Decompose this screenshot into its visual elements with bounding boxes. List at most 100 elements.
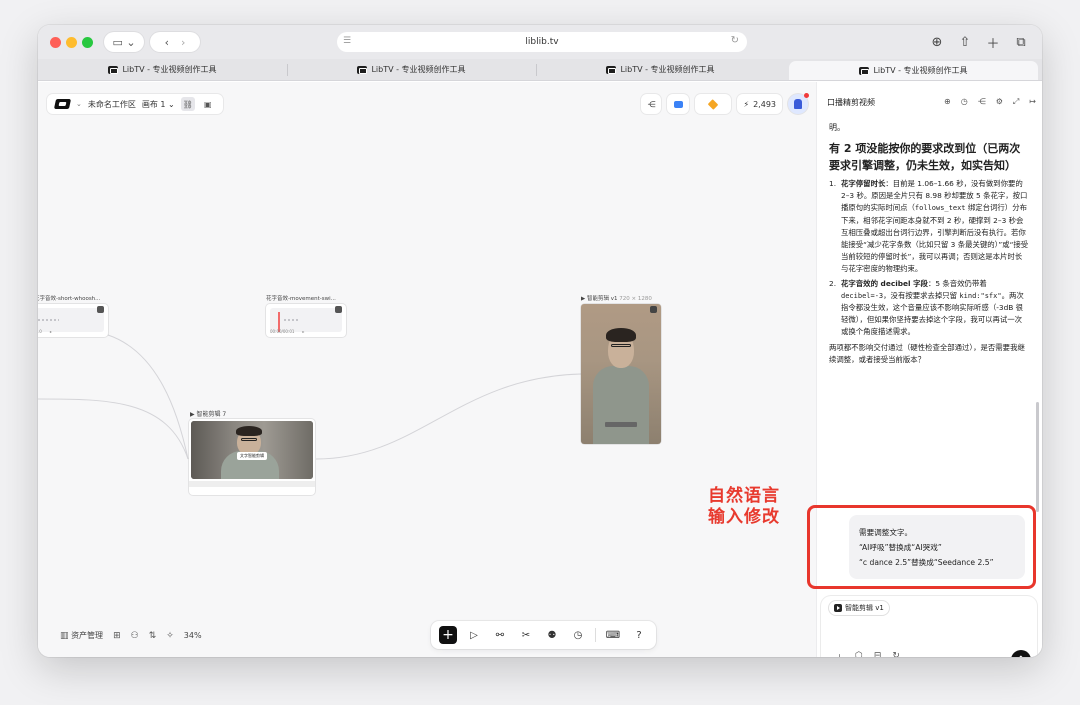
canvas-selector[interactable]: 画布 1 ⌄: [142, 99, 175, 110]
inline-code: decibel=-3: [841, 291, 884, 300]
credits-display[interactable]: ⚡ 2,493: [737, 94, 782, 114]
maximize-window-button[interactable]: [82, 37, 93, 48]
add-icon[interactable]: ＋: [835, 651, 844, 657]
help-icon[interactable]: ?: [630, 626, 648, 644]
libtv-favicon-icon: [859, 66, 870, 75]
context-chip[interactable]: 智能剪辑 v1: [829, 601, 889, 615]
panel-header-icons: ⊕ ◷ ⋲ ⚙ ⤢ ↦: [944, 97, 1036, 107]
divider: [595, 628, 596, 642]
audio-node-1[interactable]: Oa-1:00.0▸: [38, 304, 108, 337]
gem-button[interactable]: [695, 94, 732, 114]
share-node-button[interactable]: ⋲: [641, 94, 662, 114]
chevron-down-icon: ⌄: [76, 100, 82, 108]
add-node-button[interactable]: +: [439, 626, 457, 644]
canvas-name: 画布 1: [141, 99, 166, 109]
libtv-favicon-icon: [357, 65, 368, 74]
node-menu-icon[interactable]: [97, 306, 104, 313]
user-message-bubble: 需要调整文字。 “AI呼吸”替换成“AI哭戏” “c dance 2.5”替换成…: [849, 515, 1025, 579]
select-tool-icon[interactable]: ▷: [465, 626, 483, 644]
grid-icon[interactable]: ⊞: [113, 631, 121, 641]
send-button[interactable]: ↑: [1011, 650, 1031, 657]
audio-node-2[interactable]: 00:00/00:01 ▸: [266, 304, 346, 337]
annotation-line-2: 输入修改: [708, 507, 780, 527]
inline-code: follows_text: [914, 204, 966, 213]
layers-button[interactable]: [667, 94, 690, 114]
tab-overview-icon[interactable]: ⧉: [1010, 32, 1032, 52]
browser-window: ▭ ⌄ ‹ › ☰ liblib.tv ↻ ⊕ ⇧ ＋ ⧉ LibTV - 专业…: [38, 25, 1042, 657]
forward-button[interactable]: ›: [175, 36, 191, 49]
download-icon[interactable]: ⊕: [926, 32, 948, 52]
annotation-line-1: 自然语言: [708, 486, 780, 506]
share-icon[interactable]: ⋲: [978, 97, 986, 107]
history-icon[interactable]: ◷: [961, 97, 968, 107]
nav-buttons: ‹ ›: [150, 32, 200, 52]
list-item: 2. 花字音效的 decibel 字段：5 条音效仍带着 decibel=-3，…: [829, 278, 1029, 339]
tool-icon[interactable]: ↻: [892, 651, 900, 657]
issue-list: 1. 花字停留时长：目前是 1.06–1.66 秒，没有做到你要的 2–3 秒。…: [829, 178, 1029, 339]
chat-panel: 口播精剪视频 ⊕ ◷ ⋲ ⚙ ⤢ ↦ 明。 有 2 项没能按你的要求改到位（已两…: [807, 82, 1042, 657]
list-number: 1.: [829, 179, 837, 188]
workflow-canvas[interactable]: ⌄ 未命名工作区 画布 1 ⌄ ⛓ ▣ ⋲ ⚡ 2,493 花字音效-short…: [38, 82, 816, 657]
workspace-switcher[interactable]: ⌄ 未命名工作区 画布 1 ⌄ ⛓ ▣: [47, 94, 223, 114]
connect-tool-icon[interactable]: ⚯: [491, 626, 509, 644]
sidebar-toggle-button[interactable]: ▭ ⌄: [104, 32, 144, 52]
tab-3[interactable]: LibTV - 专业视频创作工具: [536, 59, 785, 80]
inline-code: kind:"sfx": [959, 291, 1002, 300]
panel-icon: ▥: [60, 631, 69, 641]
list-number: 2.: [829, 278, 837, 288]
collapse-panel-icon[interactable]: ↦: [1029, 97, 1036, 107]
libtv-favicon-icon: [606, 65, 617, 74]
context-chip-label: 智能剪辑 v1: [845, 604, 884, 612]
reload-icon[interactable]: ↻: [731, 35, 739, 46]
expand-icon[interactable]: ⤢: [1013, 97, 1019, 107]
user-message-line: “AI呼吸”替换成“AI哭戏”: [859, 543, 942, 552]
sort-icon[interactable]: ⇅: [149, 631, 157, 641]
history-icon[interactable]: ◷: [569, 626, 587, 644]
new-chat-icon[interactable]: ⊕: [944, 97, 951, 107]
template-icon[interactable]: ⊟: [874, 651, 882, 657]
new-tab-icon[interactable]: ＋: [982, 32, 1004, 52]
magic-icon[interactable]: ✧: [166, 631, 174, 641]
keyboard-icon[interactable]: ⌨: [604, 626, 622, 644]
item-text: ：5 条音效仍带着: [927, 278, 987, 288]
chevron-down-icon: ⌄: [126, 35, 136, 49]
share-icon[interactable]: ⇧: [954, 32, 976, 52]
chat-input-box[interactable]: 智能剪辑 v1 ＋ ⬡ ⊟ ↻ ↑: [821, 596, 1037, 657]
browser-toolbar: ▭ ⌄ ‹ › ☰ liblib.tv ↻ ⊕ ⇧ ＋ ⧉: [38, 25, 1042, 59]
video-node-center[interactable]: 文字智能剪辑: [189, 419, 315, 495]
back-button[interactable]: ‹: [159, 36, 175, 49]
close-window-button[interactable]: [50, 37, 61, 48]
video-thumbnail: [581, 304, 661, 444]
libtv-favicon-icon: [108, 65, 119, 74]
asset-manager-label: 资产管理: [71, 631, 104, 640]
tab-2[interactable]: LibTV - 专业视频创作工具: [287, 59, 536, 80]
libtv-logo-icon: [53, 99, 72, 109]
layout-icon[interactable]: ▣: [201, 97, 215, 111]
node-menu-icon[interactable]: [335, 306, 342, 313]
user-message-line: 需要调整文字。: [859, 528, 913, 537]
scissors-tool-icon[interactable]: ✂: [517, 626, 535, 644]
workspace-name[interactable]: 未命名工作区: [88, 99, 136, 110]
chat-scrollbar[interactable]: [1036, 402, 1039, 512]
asset-manager-button[interactable]: ▥ 资产管理: [60, 630, 103, 641]
group-tool-icon[interactable]: ⚉: [543, 626, 561, 644]
node-label-video-center: ▶ 智能剪辑 7: [190, 411, 227, 418]
tab-1[interactable]: LibTV - 专业视频创作工具: [38, 59, 287, 80]
item-title: 花字音效的 decibel 字段: [841, 278, 928, 288]
page-settings-icon[interactable]: ☰: [343, 36, 353, 47]
address-bar[interactable]: ☰ liblib.tv ↻: [337, 32, 747, 52]
minimize-window-button[interactable]: [66, 37, 77, 48]
connect-mode-icon[interactable]: ⛓: [180, 97, 195, 111]
credits-value: 2,493: [753, 99, 776, 109]
zoom-level[interactable]: 34%: [184, 631, 202, 640]
bottom-left-bar: ▥ 资产管理 ⊞ ⚇ ⇅ ✧ 34%: [60, 630, 202, 642]
settings-icon[interactable]: ⚙: [996, 97, 1003, 107]
gem-icon: [708, 98, 719, 110]
node-menu-icon[interactable]: [650, 306, 657, 313]
people-icon[interactable]: ⚇: [131, 631, 139, 641]
video-node-right[interactable]: [581, 304, 661, 444]
avatar[interactable]: [788, 93, 809, 114]
toolbar-right-icons: ⊕ ⇧ ＋ ⧉: [926, 32, 1032, 52]
tab-4-active[interactable]: LibTV - 专业视频创作工具: [789, 61, 1038, 80]
model-icon[interactable]: ⬡: [855, 651, 863, 657]
